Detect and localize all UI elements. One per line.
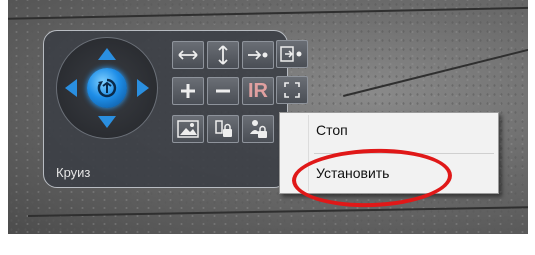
- fullscreen-icon: [284, 82, 300, 98]
- auto-rotate-icon: [97, 78, 117, 98]
- zoom-in-icon: [181, 84, 195, 98]
- vertical-scan-icon: [218, 45, 228, 65]
- vertical-scan-button[interactable]: [207, 41, 239, 69]
- person-lock-icon: [250, 120, 267, 138]
- record-lock-button[interactable]: [207, 115, 239, 143]
- auto-rotate-button[interactable]: [87, 68, 127, 108]
- go-to-preset-icon: [248, 50, 268, 60]
- ptz-control-panel: IR Круиз: [43, 30, 288, 188]
- exit-preset-icon: [280, 46, 302, 62]
- record-lock-icon: [215, 120, 232, 137]
- person-lock-button[interactable]: [242, 115, 274, 143]
- go-to-preset-button[interactable]: [242, 41, 274, 69]
- zoom-out-icon: [216, 89, 230, 93]
- arrow-up-icon[interactable]: [98, 48, 116, 60]
- cruise-label: Круиз: [56, 165, 91, 180]
- horizontal-scan-button[interactable]: [172, 41, 204, 69]
- infrared-icon: IR: [248, 79, 268, 102]
- picture-icon: [177, 120, 199, 138]
- exit-preset-button[interactable]: [276, 40, 308, 68]
- ceiling-seam: [28, 205, 528, 217]
- infrared-button[interactable]: IR: [242, 77, 274, 105]
- arrow-right-icon[interactable]: [137, 79, 149, 97]
- fullscreen-button[interactable]: [276, 76, 308, 104]
- menu-item-stop[interactable]: Стоп: [316, 122, 348, 138]
- direction-pad: [56, 37, 158, 139]
- horizontal-scan-icon: [178, 50, 198, 60]
- ceiling-seam: [343, 41, 528, 97]
- zoom-out-button[interactable]: [207, 77, 239, 105]
- arrow-down-icon[interactable]: [98, 116, 116, 128]
- arrow-left-icon[interactable]: [65, 79, 77, 97]
- picture-button[interactable]: [172, 115, 204, 143]
- ceiling-seam: [8, 6, 528, 20]
- zoom-in-button[interactable]: [172, 77, 204, 105]
